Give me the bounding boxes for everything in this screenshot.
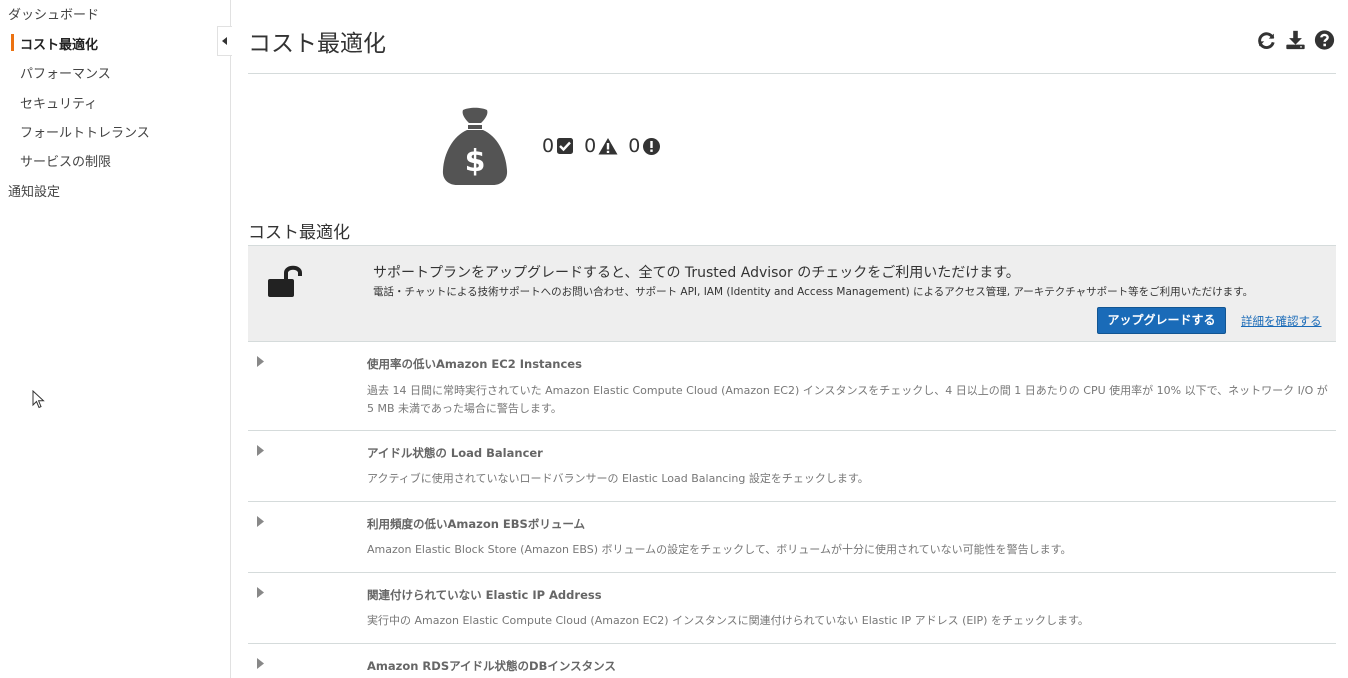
ok-count: 0 bbox=[542, 135, 574, 157]
caret-right-icon[interactable] bbox=[257, 356, 264, 367]
error-count-value: 0 bbox=[628, 135, 641, 157]
sidebar: ダッシュボード コスト最適化 パフォーマンス セキュリティ フォールトトレランス… bbox=[0, 0, 231, 678]
details-link[interactable]: 詳細を確認する bbox=[1241, 313, 1322, 329]
check-row-ec2[interactable]: 使用率の低いAmazon EC2 Instances 過去 14 日間に常時実行… bbox=[248, 342, 1336, 431]
warning-count-value: 0 bbox=[584, 135, 597, 157]
caret-left-icon bbox=[222, 37, 227, 45]
upgrade-button[interactable]: アップグレードする bbox=[1097, 307, 1226, 334]
mouse-cursor-icon bbox=[32, 390, 45, 409]
check-row-ebs[interactable]: 利用頻度の低いAmazon EBSボリューム Amazon Elastic Bl… bbox=[248, 502, 1336, 573]
error-icon bbox=[643, 137, 661, 155]
ok-count-value: 0 bbox=[542, 135, 555, 157]
upgrade-subtitle: 電話・チャットによる技術サポートへのお問い合わせ、サポート API, IAM (… bbox=[373, 286, 1254, 298]
refresh-icon[interactable] bbox=[1255, 29, 1278, 51]
download-icon[interactable] bbox=[1284, 29, 1307, 51]
caret-right-icon[interactable] bbox=[257, 516, 264, 527]
sidebar-item-dashboard[interactable]: ダッシュボード bbox=[8, 4, 99, 23]
active-indicator bbox=[11, 34, 14, 51]
check-description: 実行中の Amazon Elastic Compute Cloud (Amazo… bbox=[367, 614, 1089, 627]
check-row-rds[interactable]: Amazon RDSアイドル状態のDBインスタンス bbox=[248, 644, 1336, 678]
check-row-elastic-ip[interactable]: 関連付けられていない Elastic IP Address 実行中の Amazo… bbox=[248, 573, 1336, 644]
upgrade-panel: サポートプランをアップグレードすると、全ての Trusted Advisor の… bbox=[248, 245, 1336, 342]
svg-text:$: $ bbox=[465, 144, 486, 179]
section-title: コスト最適化 bbox=[248, 223, 350, 243]
check-title[interactable]: 利用頻度の低いAmazon EBSボリューム bbox=[367, 516, 585, 532]
check-description: Amazon Elastic Block Store (Amazon EBS) … bbox=[367, 543, 1072, 556]
sidebar-item-notifications[interactable]: 通知設定 bbox=[8, 181, 60, 200]
warning-count: 0 bbox=[584, 135, 618, 157]
check-description: 過去 14 日間に常時実行されていた Amazon Elastic Comput… bbox=[367, 384, 1328, 415]
check-description: アクティブに使用されていないロードバランサーの Elastic Load Bal… bbox=[367, 472, 869, 485]
check-title[interactable]: アイドル状態の Load Balancer bbox=[367, 445, 543, 461]
sidebar-collapse-button[interactable] bbox=[217, 26, 232, 56]
unlock-icon bbox=[268, 265, 302, 297]
check-title[interactable]: 関連付けられていない Elastic IP Address bbox=[367, 587, 602, 603]
sidebar-item-performance[interactable]: パフォーマンス bbox=[20, 63, 111, 82]
money-bag-icon: $ bbox=[442, 107, 508, 185]
sidebar-item-fault-tolerance[interactable]: フォールトトレランス bbox=[20, 122, 150, 141]
check-title[interactable]: 使用率の低いAmazon EC2 Instances bbox=[367, 356, 582, 372]
sidebar-item-cost-optimization[interactable]: コスト最適化 bbox=[20, 34, 98, 53]
status-counts: 0 0 0 bbox=[542, 135, 671, 157]
main-content: コスト最適化 $ 0 0 0 コスト最適化 サポートプランをアップグレードすると… bbox=[248, 0, 1336, 678]
caret-right-icon[interactable] bbox=[257, 445, 264, 456]
check-square-icon bbox=[557, 138, 574, 154]
check-row-load-balancer[interactable]: アイドル状態の Load Balancer アクティブに使用されていないロードバ… bbox=[248, 431, 1336, 502]
check-title[interactable]: Amazon RDSアイドル状態のDBインスタンス bbox=[367, 658, 616, 674]
header-divider bbox=[248, 73, 1336, 74]
page-title: コスト最適化 bbox=[248, 31, 386, 57]
caret-right-icon[interactable] bbox=[257, 658, 264, 669]
sidebar-item-security[interactable]: セキュリティ bbox=[20, 93, 97, 112]
sidebar-item-service-limits[interactable]: サービスの制限 bbox=[20, 151, 111, 170]
header-actions bbox=[1255, 29, 1336, 51]
caret-right-icon[interactable] bbox=[257, 587, 264, 598]
warning-icon bbox=[598, 138, 618, 155]
error-count: 0 bbox=[628, 135, 661, 157]
help-icon[interactable] bbox=[1313, 29, 1336, 51]
upgrade-title: サポートプランをアップグレードすると、全ての Trusted Advisor の… bbox=[373, 265, 1020, 281]
